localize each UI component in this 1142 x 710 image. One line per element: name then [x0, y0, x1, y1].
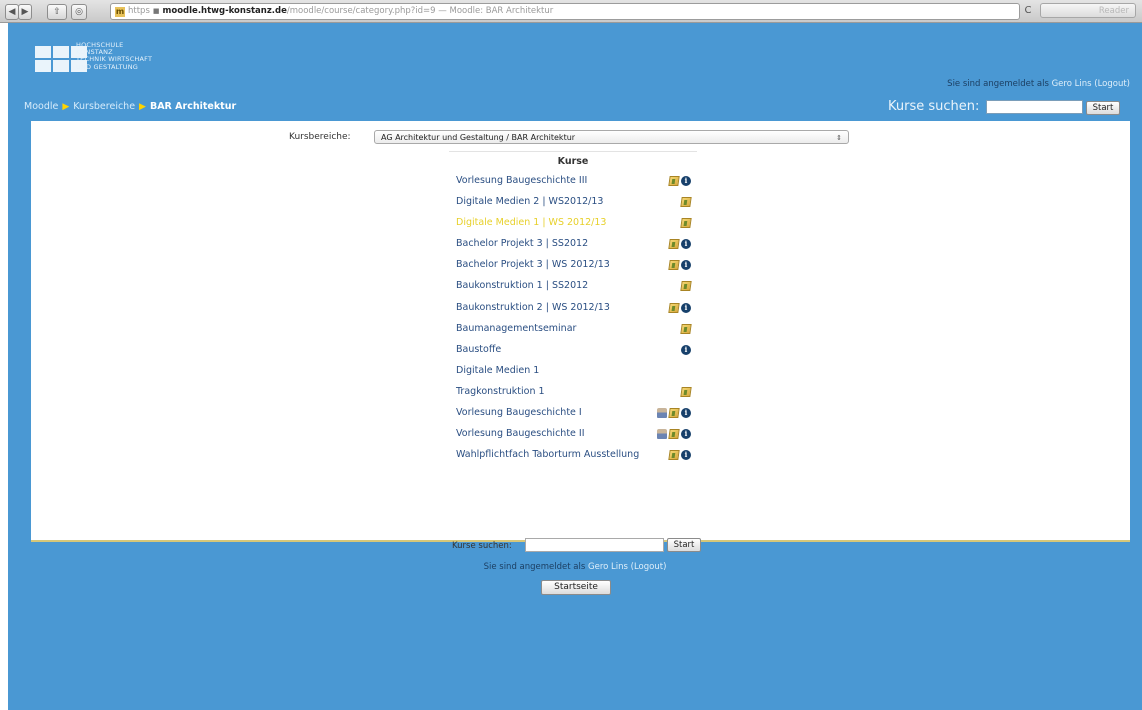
- stop-button[interactable]: ◎: [71, 4, 87, 20]
- info-icon[interactable]: i: [681, 176, 691, 186]
- list-item: Digitale Medien 2 | WS2012/13: [449, 193, 697, 214]
- list-item: Vorlesung Baugeschichte III i: [449, 172, 697, 193]
- breadcrumb: Moodle ▶ Kursbereiche ▶ BAR Architektur: [24, 101, 236, 112]
- info-icon[interactable]: i: [681, 408, 691, 419]
- list-item: Digitale Medien 1 | WS 2012/13: [449, 214, 697, 235]
- forward-button[interactable]: ▶: [18, 4, 32, 20]
- address-path: /moodle/course/category.php?id=9 — Moodl…: [286, 6, 554, 16]
- summary-icon[interactable]: [668, 408, 680, 419]
- browser-toolbar: ◀ ▶ ⇧ ◎ m https ■ moodle.htwg-konstanz.de/m…: [0, 0, 1142, 23]
- course-link[interactable]: Bachelor Projekt 3 | SS2012: [456, 238, 588, 249]
- summary-icon[interactable]: [680, 386, 692, 397]
- course-search-label: Kurse suchen:: [888, 99, 980, 114]
- address-protocol: https: [128, 6, 150, 16]
- summary-icon[interactable]: [668, 429, 680, 440]
- course-search-button[interactable]: Start: [1086, 101, 1120, 115]
- select-arrows-icon: ⇕: [836, 134, 842, 142]
- site-favicon: m: [115, 7, 125, 17]
- summary-icon[interactable]: [680, 218, 692, 229]
- course-link[interactable]: Bachelor Projekt 3 | WS 2012/13: [456, 259, 610, 270]
- course-search-bottom-input[interactable]: [525, 538, 664, 552]
- breadcrumb-arrow-icon: ▶: [139, 102, 146, 112]
- breadcrumb-arrow-icon: ▶: [62, 102, 70, 112]
- list-item: Baukonstruktion 1 | SS2012: [449, 277, 697, 298]
- info-icon[interactable]: i: [681, 450, 691, 461]
- list-item: Bachelor Projekt 3 | WS 2012/13 i: [449, 256, 697, 277]
- info-icon[interactable]: i: [681, 344, 691, 355]
- share-button[interactable]: ⇧: [47, 4, 67, 20]
- summary-icon[interactable]: [680, 197, 692, 208]
- course-link[interactable]: Vorlesung Baugeschichte III: [456, 175, 587, 186]
- summary-icon[interactable]: [668, 239, 680, 250]
- course-link[interactable]: Wahlpflichtfach Taborturm Ausstellung: [456, 449, 639, 460]
- summary-icon[interactable]: [668, 260, 680, 271]
- list-item: Tragkonstruktion 1: [449, 383, 697, 404]
- course-link[interactable]: Baumanagementseminar: [456, 323, 576, 334]
- info-icon[interactable]: i: [681, 260, 691, 271]
- summary-icon[interactable]: [680, 281, 692, 292]
- course-link[interactable]: Tragkonstruktion 1: [456, 386, 545, 397]
- breadcrumb-categories-link[interactable]: Kursbereiche: [73, 101, 135, 112]
- logout-link[interactable]: (Logout): [1094, 79, 1130, 89]
- course-search-input[interactable]: [986, 100, 1083, 114]
- info-icon[interactable]: i: [681, 302, 691, 313]
- course-list: Kurse Vorlesung Baugeschichte III i Digi…: [449, 151, 697, 467]
- category-select[interactable]: AG Architektur und Gestaltung / BAR Arch…: [374, 130, 849, 144]
- reader-button[interactable]: Reader: [1040, 3, 1136, 18]
- info-icon[interactable]: i: [681, 429, 691, 440]
- login-info: Sie sind angemeldet als Gero Lins (Logou…: [947, 79, 1130, 89]
- course-link[interactable]: Baukonstruktion 1 | SS2012: [456, 280, 588, 291]
- course-link[interactable]: Vorlesung Baugeschichte II: [456, 428, 585, 439]
- course-link[interactable]: Baustoffe: [456, 344, 501, 355]
- footer-user-profile-link[interactable]: Gero Lins: [588, 562, 628, 572]
- summary-icon[interactable]: [668, 450, 680, 461]
- list-item: Vorlesung Baugeschichte II i: [449, 425, 697, 446]
- main-content: Kursbereiche: AG Architektur und Gestalt…: [31, 121, 1130, 552]
- course-list-heading: Kurse: [557, 156, 589, 167]
- footer-login-info: Sie sind angemeldet als Gero Lins (Logou…: [483, 562, 667, 572]
- category-label: Kursbereiche:: [289, 132, 351, 142]
- footer-logout-link[interactable]: (Logout): [631, 562, 667, 572]
- summary-icon[interactable]: [668, 176, 680, 186]
- course-link[interactable]: Digitale Medien 1 | WS 2012/13: [456, 217, 606, 228]
- course-search-bottom-label: Kurse suchen:: [452, 541, 512, 551]
- home-button[interactable]: Startseite: [541, 580, 611, 595]
- course-link[interactable]: Baukonstruktion 2 | WS 2012/13: [456, 302, 610, 313]
- moodle-page: HOCHSCHULE KONSTANZ TECHNIK WIRTSCHAFT U…: [8, 23, 1142, 710]
- list-item: Vorlesung Baugeschichte I i: [449, 404, 697, 425]
- address-host: moodle.htwg-konstanz.de: [162, 6, 287, 16]
- back-button[interactable]: ◀: [5, 4, 19, 20]
- reload-icon[interactable]: C: [1022, 4, 1034, 18]
- guest-access-icon[interactable]: [657, 429, 667, 440]
- course-search-bottom-button[interactable]: Start: [667, 538, 701, 552]
- list-item: Digitale Medien 1: [449, 362, 697, 383]
- list-item: Baumanagementseminar: [449, 320, 697, 341]
- breadcrumb-current: BAR Architektur: [149, 101, 237, 112]
- list-item: Bachelor Projekt 3 | SS2012 i: [449, 235, 697, 256]
- user-profile-link[interactable]: Gero Lins: [1052, 79, 1092, 89]
- course-link[interactable]: Vorlesung Baugeschichte I: [456, 407, 582, 418]
- logo-text: HOCHSCHULE KONSTANZ TECHNIK WIRTSCHAFT U…: [76, 41, 153, 71]
- list-item: Baukonstruktion 2 | WS 2012/13 i: [449, 299, 697, 320]
- list-item: Baustoffe i: [449, 341, 697, 362]
- info-icon[interactable]: i: [681, 239, 691, 250]
- guest-access-icon[interactable]: [657, 408, 667, 419]
- course-link[interactable]: Digitale Medien 1: [456, 365, 539, 376]
- course-link[interactable]: Digitale Medien 2 | WS2012/13: [456, 196, 603, 207]
- breadcrumb-home-link[interactable]: Moodle: [24, 101, 58, 112]
- summary-icon[interactable]: [668, 302, 680, 313]
- summary-icon[interactable]: [680, 323, 692, 334]
- lock-icon: ■: [152, 7, 160, 15]
- list-item: Wahlpflichtfach Taborturm Ausstellung i: [449, 446, 697, 467]
- address-bar[interactable]: m https ■ moodle.htwg-konstanz.de/moodle/co…: [110, 3, 1020, 20]
